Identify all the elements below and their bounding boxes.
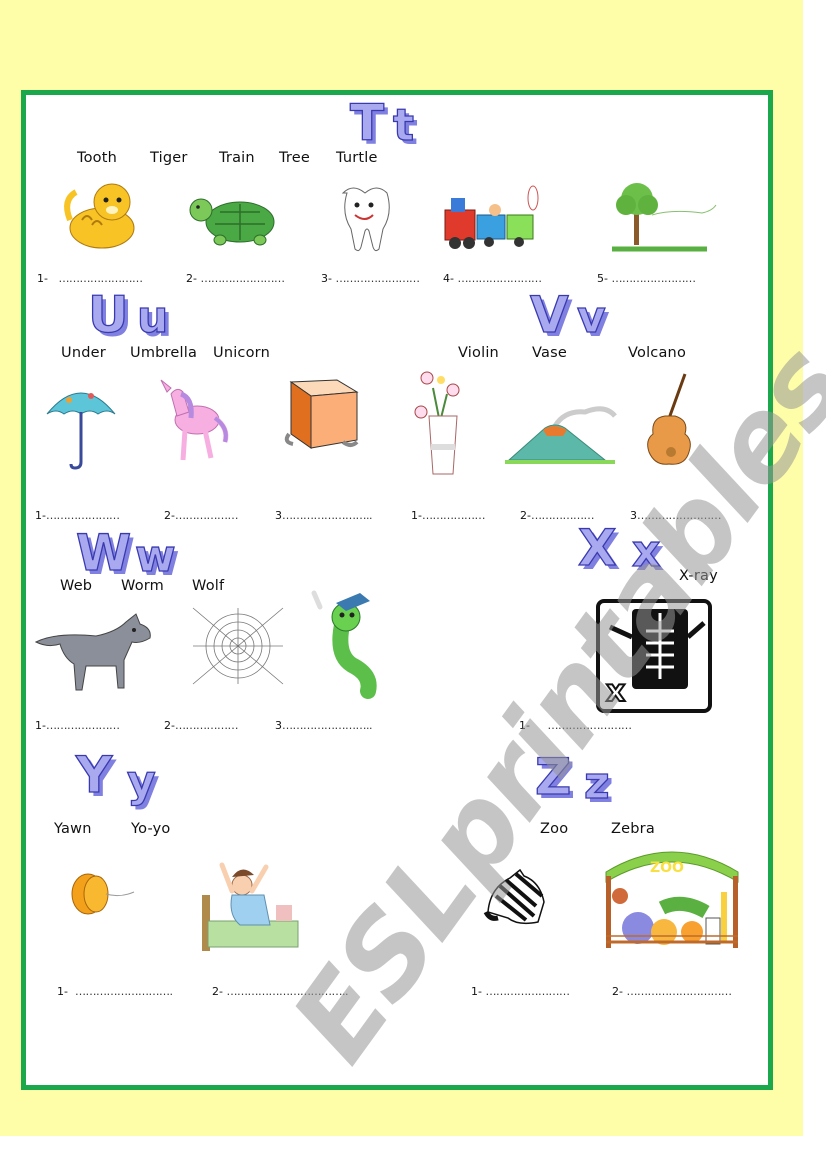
word-under: Under <box>61 345 106 361</box>
unicorn-picture <box>160 379 229 461</box>
answer-line-y-1[interactable]: 1- ………………………. <box>57 985 173 998</box>
vase-picture <box>414 371 460 475</box>
answer-label: 1- <box>35 719 46 732</box>
word-yawn: Yawn <box>54 821 92 837</box>
word-volcano: Volcano <box>628 345 687 361</box>
answer-line-z-1[interactable]: 1- …………………… <box>471 985 570 998</box>
letter-t-lower: t <box>392 100 415 151</box>
answer-line-z-2[interactable]: 2- ………………………… <box>612 985 732 998</box>
answer-line-t-1[interactable]: 1- …………………… <box>37 272 143 285</box>
answer-line-w-3[interactable]: 3…………………….. <box>275 719 373 732</box>
answer-label: 3 <box>275 509 282 522</box>
answer-label: 1- <box>37 272 48 285</box>
word-zoo: Zoo <box>540 821 569 837</box>
word-tree: Tree <box>279 150 311 166</box>
answer-line-v-1[interactable]: 1-……………… <box>411 509 485 522</box>
answer-line-y-2[interactable]: 2- …………………………….. <box>212 985 348 998</box>
answer-line-t-5[interactable]: 5- …………………… <box>597 272 696 285</box>
zoo-sign-text: ZOO <box>650 860 684 876</box>
word-yo-yo: Yo-yo <box>131 821 171 837</box>
letter-x-lower: x <box>631 526 661 577</box>
tooth-picture <box>341 187 390 252</box>
svg-text:x: x <box>606 674 625 709</box>
box-picture <box>284 379 359 449</box>
answer-label: 1- <box>471 985 482 998</box>
answer-line-u-2[interactable]: 2-……………… <box>164 509 238 522</box>
answer-label: 4- <box>443 272 454 285</box>
word-umbrella: Umbrella <box>130 345 198 361</box>
word-train: Train <box>219 150 255 166</box>
answer-label: 1- <box>411 509 422 522</box>
zoo-picture: ZOO <box>605 851 739 948</box>
yo-yo-picture <box>71 873 135 915</box>
answer-label: 2- <box>612 985 623 998</box>
answer-label: 2- <box>212 985 223 998</box>
turtle-picture <box>189 198 275 246</box>
letter-v-lower: v <box>576 292 606 343</box>
word-unicorn: Unicorn <box>213 345 270 361</box>
answer-label: 3 <box>275 719 282 732</box>
yawn-picture <box>202 862 299 951</box>
umbrella-picture <box>46 392 116 470</box>
letter-t-upper: T <box>349 94 385 152</box>
web-picture <box>192 607 284 685</box>
answer-line-v-3[interactable]: 3…………………… <box>630 509 722 522</box>
word-tooth: Tooth <box>77 150 118 166</box>
answer-label: 2- <box>164 509 175 522</box>
answer-line-t-2[interactable]: 2- …………………… <box>186 272 285 285</box>
letter-y-lower: y <box>126 756 156 807</box>
answer-label: 3- <box>321 272 332 285</box>
tiger-picture <box>64 183 135 249</box>
letter-u-lower: u <box>136 292 169 343</box>
answer-line-t-3[interactable]: 3- …………………… <box>321 272 420 285</box>
letter-w-lower: w <box>134 531 176 582</box>
volcano-picture <box>505 406 617 464</box>
word-tiger: Tiger <box>150 150 188 166</box>
word-worm: Worm <box>121 578 164 594</box>
train-picture <box>444 185 539 249</box>
x-ray-picture: x <box>596 599 712 713</box>
answer-line-u-3[interactable]: 3…………………….. <box>275 509 373 522</box>
word-web: Web <box>60 578 93 594</box>
letter-x-upper: X <box>577 519 617 577</box>
word-x-ray: X-ray <box>679 568 718 584</box>
answer-label: 3 <box>630 509 637 522</box>
answer-line-u-1[interactable]: 1-………………… <box>35 509 120 522</box>
letter-w-upper: W <box>75 524 132 582</box>
wolf-picture <box>34 613 151 691</box>
answer-line-w-1[interactable]: 1-………………… <box>35 719 120 732</box>
answer-line-x-1[interactable]: 1- …………………… <box>519 719 632 732</box>
letter-y-upper: Y <box>75 746 113 804</box>
zebra-picture <box>483 868 545 925</box>
answer-label: 5- <box>597 272 608 285</box>
word-violin: Violin <box>458 345 499 361</box>
answer-label: 2- <box>186 272 197 285</box>
worm-picture <box>311 590 377 699</box>
answer-label: 2- <box>164 719 175 732</box>
letter-z-lower: z <box>583 758 610 809</box>
word-vase: Vase <box>532 345 567 361</box>
letter-u-upper: U <box>87 286 129 344</box>
answer-label: 1- <box>519 719 530 732</box>
answer-line-t-4[interactable]: 4- …………………… <box>443 272 542 285</box>
word-zebra: Zebra <box>611 821 655 837</box>
letter-z-upper: Z <box>534 748 572 806</box>
answer-label: 2- <box>520 509 531 522</box>
word-wolf: Wolf <box>192 578 225 594</box>
word-turtle: Turtle <box>336 150 378 166</box>
answer-label: 1- <box>35 509 46 522</box>
answer-label: 1- <box>57 985 68 998</box>
answer-line-w-2[interactable]: 2-……………… <box>164 719 238 732</box>
tree-picture <box>612 183 717 252</box>
violin-picture <box>647 373 691 465</box>
letter-v-upper: V <box>529 286 569 344</box>
